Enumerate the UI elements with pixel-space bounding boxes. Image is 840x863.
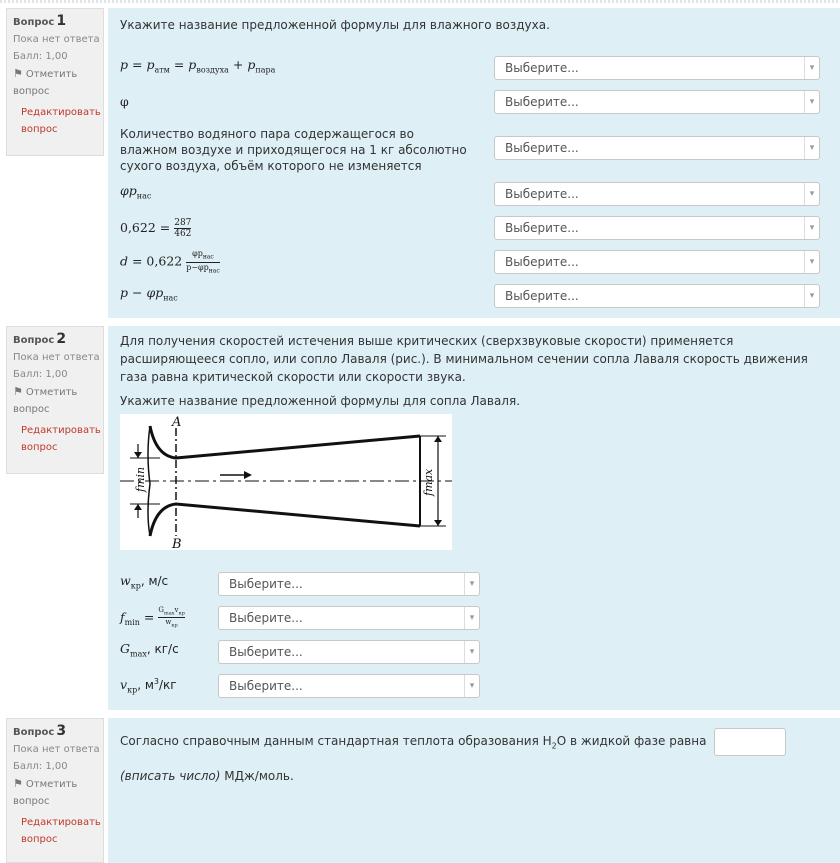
chevron-down-icon: ▾ (464, 675, 479, 697)
question-intro: Для получения скоростей истечения выше к… (120, 334, 808, 384)
question-1: Вопрос 1 Пока нет ответа Балл: 1,00 ⚑ Отме… (0, 8, 840, 318)
formula-label: fmin = Gmaxvкр wкр (120, 605, 185, 629)
match-row: 0,622 = 287 462 Выберите... ▾ (120, 216, 828, 240)
question-text: Согласно справочным данным стандартная т… (120, 726, 820, 791)
answer-select[interactable]: Выберите... ▾ (494, 250, 820, 274)
status-text: Пока нет ответа (13, 352, 100, 363)
match-row: p − φpнас Выберите... ▾ (120, 284, 828, 308)
chevron-down-icon: ▾ (464, 607, 479, 629)
question-info: Вопрос 3 Пока нет ответа Балл: 1,00 ⚑ Отме… (6, 718, 104, 863)
formula-label: vкр, м3/кг (120, 676, 177, 695)
formula-label: Количество водяного пара содержащегося в… (120, 127, 467, 173)
chevron-down-icon: ▾ (464, 573, 479, 595)
question-number: Вопрос 1 (13, 13, 67, 29)
formula-label: Gmax, кг/с (120, 641, 179, 659)
question-content: Для получения скоростей истечения выше к… (108, 326, 840, 710)
match-row: fmin = Gmaxvкр wкр Выберите... ▾ (120, 606, 828, 630)
match-row: φ Выберите... ▾ (120, 90, 828, 114)
formula-label: 0,622 = 287 462 (120, 217, 192, 239)
formula-label: φpнас (120, 183, 152, 201)
answer-select[interactable]: Выберите... ▾ (494, 182, 820, 206)
chevron-down-icon: ▾ (804, 251, 819, 273)
flag-question-link[interactable]: ⚑ Отметить вопрос (13, 383, 103, 418)
formula-label: p = pатм = pвоздуха + pпара (120, 57, 276, 75)
question-content: Согласно справочным данным стандартная т… (108, 718, 840, 863)
edit-question-link[interactable]: Редактировать вопрос (13, 422, 103, 456)
flag-icon: ⚑ (13, 777, 23, 790)
question-info: Вопрос 2 Пока нет ответа Балл: 1,00 ⚑ Отме… (6, 326, 104, 474)
chevron-down-icon: ▾ (804, 91, 819, 113)
formula-label: d = 0,622 φpнас p−φpнас (120, 248, 220, 275)
flag-question-link[interactable]: ⚑ Отметить вопрос (13, 775, 103, 810)
label-b: B (171, 537, 182, 550)
answer-select[interactable]: Выберите... ▾ (218, 606, 480, 630)
chevron-down-icon: ▾ (464, 641, 479, 663)
score-text: Балл: 1,00 (13, 51, 68, 62)
edit-question-link[interactable]: Редактировать вопрос (13, 104, 103, 138)
answer-select[interactable]: Выберите... ▾ (494, 56, 820, 80)
question-number: Вопрос 2 (13, 331, 67, 347)
answer-select[interactable]: Выберите... ▾ (218, 572, 480, 596)
label-fmax: fmax (422, 468, 435, 497)
status-text: Пока нет ответа (13, 34, 100, 45)
edit-question-link[interactable]: Редактировать вопрос (13, 814, 103, 848)
chevron-down-icon: ▾ (804, 217, 819, 239)
question-info: Вопрос 1 Пока нет ответа Балл: 1,00 ⚑ Отме… (6, 8, 104, 156)
match-row: φpнас Выберите... ▾ (120, 182, 828, 206)
score-text: Балл: 1,00 (13, 369, 68, 380)
match-row: Количество водяного пара содержащегося в… (120, 124, 828, 176)
answer-input[interactable] (714, 727, 787, 756)
question-3: Вопрос 3 Пока нет ответа Балл: 1,00 ⚑ Отме… (0, 718, 840, 863)
nozzle-drawing: A B fmin fmax (120, 415, 452, 552)
formula-label: wкр, м/с (120, 573, 169, 591)
label-a: A (171, 415, 181, 430)
answer-select[interactable]: Выберите... ▾ (218, 640, 480, 664)
status-text: Пока нет ответа (13, 744, 100, 755)
flag-icon: ⚑ (13, 385, 23, 398)
question-2: Вопрос 2 Пока нет ответа Балл: 1,00 ⚑ Отме… (0, 326, 840, 710)
formula-label: φ (120, 94, 129, 109)
match-row: d = 0,622 φpнас p−φpнас Выберите... ▾ (120, 248, 828, 275)
answer-select[interactable]: Выберите... ▾ (494, 90, 820, 114)
chevron-down-icon: ▾ (804, 183, 819, 205)
answer-select[interactable]: Выберите... ▾ (494, 284, 820, 308)
chevron-down-icon: ▾ (804, 285, 819, 307)
chevron-down-icon: ▾ (804, 57, 819, 79)
score-text: Балл: 1,00 (13, 761, 68, 772)
chevron-down-icon: ▾ (804, 137, 819, 159)
question-number: Вопрос 3 (13, 723, 67, 739)
question-prompt: Укажите название предложенной формулы дл… (120, 18, 550, 32)
formula-label: p − φpнас (120, 285, 178, 303)
flag-question-link[interactable]: ⚑ Отметить вопрос (13, 65, 103, 100)
hint-text: (вписать число) (120, 769, 221, 784)
question-prompt: Укажите название предложенной формулы дл… (120, 394, 521, 408)
match-row: wкр, м/с Выберите... ▾ (120, 572, 828, 596)
label-fmin: fmin (134, 467, 147, 493)
question-content: Укажите название предложенной формулы дл… (108, 8, 840, 318)
answer-select[interactable]: Выберите... ▾ (494, 216, 820, 240)
answer-select[interactable]: Выберите... ▾ (494, 136, 820, 160)
top-divider (0, 0, 840, 3)
laval-nozzle-figure: A B fmin fmax (120, 414, 452, 552)
match-row: vкр, м3/кг Выберите... ▾ (120, 674, 828, 698)
match-row: Gmax, кг/с Выберите... ▾ (120, 640, 828, 664)
flag-icon: ⚑ (13, 67, 23, 80)
match-row: p = pатм = pвоздуха + pпара Выберите... ▾ (120, 56, 828, 80)
answer-select[interactable]: Выберите... ▾ (218, 674, 480, 698)
